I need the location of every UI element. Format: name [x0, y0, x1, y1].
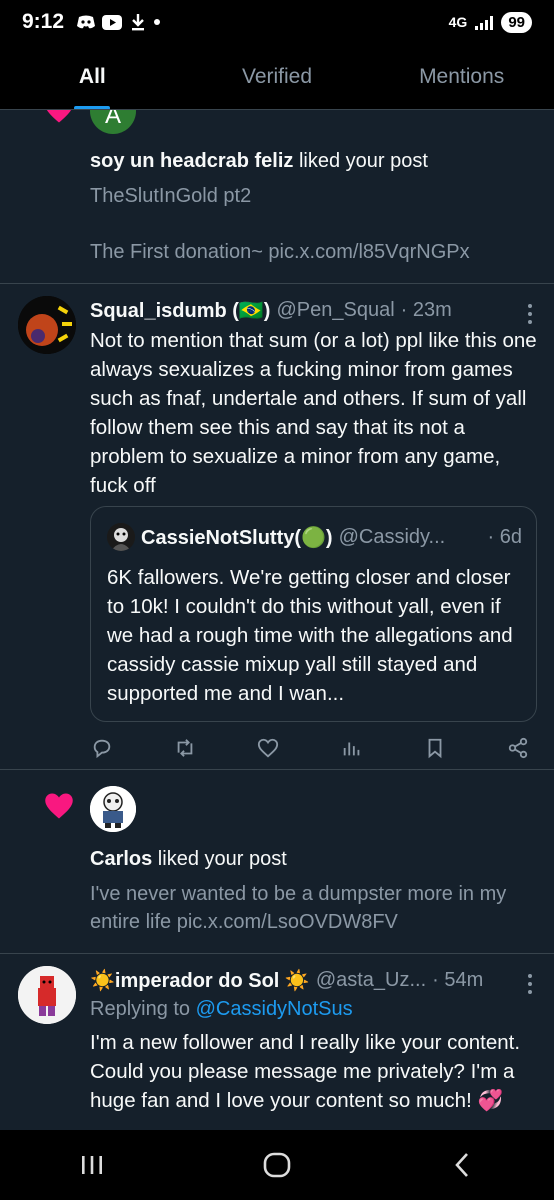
status-bar: 9:12 4G 99	[0, 0, 554, 44]
system-navigation-bar	[0, 1130, 554, 1200]
liked-post-title: TheSlutInGold pt2	[90, 185, 252, 207]
quote-time: · 6d	[487, 525, 522, 548]
status-right: 4G 99	[448, 11, 532, 33]
like-icon[interactable]	[256, 736, 280, 760]
like-notification[interactable]: A soy un headcrab feliz liked your post …	[0, 110, 554, 284]
quote-header: CassieNotSlutty(🟢) @Cassidy... · 6d	[107, 523, 522, 551]
heart-icon	[45, 793, 73, 819]
heart-icon	[46, 110, 72, 123]
quote-text: 6K fallowers. We're getting closer and c…	[107, 566, 513, 705]
retweet-icon[interactable]	[173, 736, 197, 760]
more-options-icon[interactable]	[528, 974, 532, 994]
replying-prefix: Replying to	[90, 998, 196, 1020]
liked-post-text: I've never wanted to be a dumpster more …	[90, 883, 507, 933]
tweet-actions	[90, 736, 530, 760]
notification-tabs: All Verified Mentions	[0, 44, 554, 110]
home-button[interactable]	[247, 1143, 307, 1187]
status-icons	[76, 14, 161, 31]
tweet-text: Not to mention that sum (or a lot) ppl l…	[90, 329, 537, 497]
avatar[interactable]	[90, 786, 136, 832]
share-icon[interactable]	[506, 736, 530, 760]
reply-icon[interactable]	[90, 736, 114, 760]
tab-all[interactable]: All	[0, 44, 185, 110]
dot-icon	[154, 19, 161, 25]
avatar-image	[18, 296, 76, 354]
back-button[interactable]	[432, 1143, 492, 1187]
status-time: 9:12	[22, 10, 65, 33]
recents-icon	[82, 1156, 103, 1174]
tweet-header: Squal_isdumb (🇧🇷) @Pen_Squal · 23m	[90, 298, 524, 323]
avatar-letter: A	[104, 110, 121, 129]
bookmark-icon[interactable]	[423, 736, 447, 760]
liker-name[interactable]: Carlos	[90, 848, 152, 870]
more-options-icon[interactable]	[528, 304, 532, 324]
replying-to: Replying to @CassidyNotSus	[90, 998, 353, 1021]
avatar[interactable]	[18, 296, 76, 354]
tab-verified-label: Verified	[241, 65, 313, 88]
tweet-time: · 54m	[432, 969, 484, 991]
avatar[interactable]: A	[90, 110, 136, 134]
reply-tweet[interactable]: Squal_isdumb (🇧🇷) @Pen_Squal · 23m Not t…	[0, 284, 554, 770]
like-summary: soy un headcrab feliz liked your post	[90, 148, 428, 174]
quote-author-handle[interactable]: @Cassidy...	[339, 526, 446, 549]
network-label: 4G	[448, 14, 468, 30]
liked-post-text: The First donation~ pic.x.com/l85VqrNGPx	[90, 241, 470, 263]
tab-mentions[interactable]: Mentions	[369, 44, 554, 110]
youtube-icon	[102, 14, 123, 30]
tab-verified[interactable]: Verified	[185, 44, 370, 110]
like-summary: Carlos liked your post	[90, 846, 287, 872]
author-name[interactable]: Squal_isdumb (🇧🇷)	[90, 298, 270, 323]
views-icon[interactable]	[340, 736, 364, 760]
like-action: liked your post	[293, 150, 428, 172]
author-name[interactable]: ☀️imperador do Sol ☀️	[90, 968, 310, 993]
author-handle[interactable]: @Pen_Squal	[276, 299, 394, 322]
avatar-image	[18, 966, 76, 1024]
avatar[interactable]	[18, 966, 76, 1024]
recent-apps-button[interactable]	[62, 1143, 122, 1187]
quoted-tweet[interactable]: CassieNotSlutty(🟢) @Cassidy... · 6d 6K f…	[90, 506, 537, 722]
tweet-text: I'm a new follower and I really like you…	[90, 1031, 521, 1112]
liker-name[interactable]: soy un headcrab feliz	[90, 150, 293, 172]
tab-all-label: All	[78, 65, 106, 88]
battery-badge: 99	[501, 11, 532, 33]
tab-mentions-label: Mentions	[419, 65, 505, 88]
signal-icon	[475, 14, 494, 30]
avatar-image	[90, 786, 136, 832]
tweet-header: ☀️imperador do Sol ☀️ @asta_Uz... · 54m	[90, 968, 524, 993]
back-icon	[454, 1153, 468, 1177]
like-notification[interactable]: Carlos liked your post I've never wanted…	[0, 770, 554, 954]
like-action: liked your post	[152, 848, 287, 870]
author-handle[interactable]: @asta_Uz...	[316, 969, 426, 992]
tweet-time: · 23m	[400, 299, 452, 321]
notification-feed[interactable]: A soy un headcrab feliz liked your post …	[0, 110, 554, 1130]
replying-to-handle[interactable]: @CassidyNotSus	[196, 998, 353, 1020]
quote-author-name[interactable]: CassieNotSlutty(🟢)	[141, 525, 333, 550]
download-icon	[128, 14, 148, 31]
discord-icon	[76, 14, 96, 30]
quote-avatar[interactable]	[107, 523, 135, 551]
reply-tweet[interactable]: ☀️imperador do Sol ☀️ @asta_Uz... · 54m …	[0, 954, 554, 1130]
home-icon	[263, 1152, 291, 1178]
